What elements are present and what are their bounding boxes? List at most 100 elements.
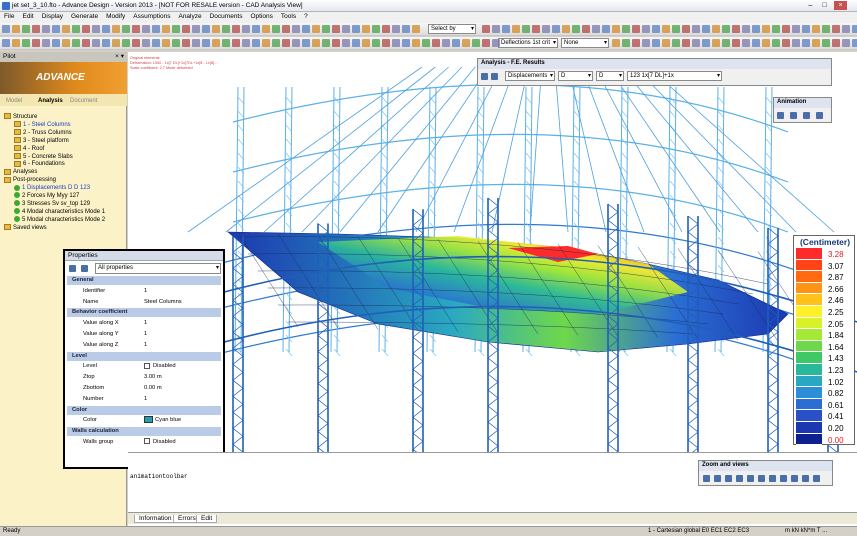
toolbar-button-icon[interactable] (392, 39, 400, 47)
toolbar-button-icon[interactable] (702, 39, 710, 47)
toolbar-button-icon[interactable] (542, 25, 550, 33)
toolbar-button-icon[interactable] (292, 25, 300, 33)
toolbar-button-icon[interactable] (712, 39, 720, 47)
toolbar-button-icon[interactable] (462, 39, 470, 47)
view-top-icon[interactable] (769, 475, 776, 482)
brush-icon[interactable] (491, 73, 498, 80)
zoom-all-icon[interactable] (736, 475, 743, 482)
toolbar-button-icon[interactable] (132, 39, 140, 47)
toolbar-button-icon[interactable] (502, 25, 510, 33)
pan-icon[interactable] (747, 475, 754, 482)
view-iso-icon[interactable] (791, 475, 798, 482)
toolbar-button-icon[interactable] (342, 39, 350, 47)
property-row[interactable]: Walls group Disabled (67, 438, 221, 447)
toolbar-button-icon[interactable] (572, 25, 580, 33)
command-line[interactable]: animationtoolbar (130, 473, 188, 480)
toolbar-button-icon[interactable] (32, 39, 40, 47)
toolbar-button-icon[interactable] (112, 25, 120, 33)
pointer-icon[interactable] (481, 73, 488, 80)
tree-item[interactable]: 4 - Roof (14, 145, 44, 153)
toolbar-button-icon[interactable] (212, 25, 220, 33)
toolbar-button-icon[interactable] (172, 25, 180, 33)
property-value[interactable]: 1 (144, 319, 147, 328)
toolbar-button-icon[interactable] (342, 25, 350, 33)
toolbar-button-icon[interactable] (242, 39, 250, 47)
toolbar-button-icon[interactable] (322, 25, 330, 33)
toolbar-button-icon[interactable] (82, 39, 90, 47)
toolbar-button-icon[interactable] (552, 25, 560, 33)
deflections-value-combo[interactable]: None (561, 38, 609, 48)
toolbar-button-icon[interactable] (622, 39, 630, 47)
toolbar-button-icon[interactable] (362, 25, 370, 33)
toolbar-button-icon[interactable] (822, 25, 830, 33)
toolbar-button-icon[interactable] (662, 25, 670, 33)
property-row[interactable]: Zbottom 0.00 m (67, 384, 221, 393)
tree-item[interactable]: 6 - Foundations (14, 160, 65, 168)
tab-information[interactable]: Information (134, 515, 177, 523)
property-section[interactable]: Walls calculation (67, 427, 221, 437)
menu-edit[interactable]: Edit (18, 12, 37, 20)
property-row[interactable]: Value along Y 1 (67, 330, 221, 339)
toolbar-button-icon[interactable] (22, 25, 30, 33)
toolbar-button-icon[interactable] (432, 39, 440, 47)
toolbar-button-icon[interactable] (642, 25, 650, 33)
toolbar-button-icon[interactable] (52, 25, 60, 33)
toolbar-button-icon[interactable] (32, 25, 40, 33)
toolbar-button-icon[interactable] (272, 39, 280, 47)
toolbar-button-icon[interactable] (702, 25, 710, 33)
toolbar-button-icon[interactable] (172, 39, 180, 47)
properties-filter-combo[interactable]: All properties (95, 263, 221, 274)
toolbar-button-icon[interactable] (232, 39, 240, 47)
property-value[interactable]: 1 (144, 395, 147, 404)
toolbar-button-icon[interactable] (852, 39, 857, 47)
toolbar-button-icon[interactable] (222, 25, 230, 33)
animate-play-icon[interactable] (803, 112, 810, 119)
toolbar-button-icon[interactable] (632, 39, 640, 47)
property-section[interactable]: General (67, 276, 221, 285)
toolbar-button-icon[interactable] (222, 39, 230, 47)
tab-model[interactable]: Model (6, 98, 22, 104)
property-row[interactable]: Identifier 1 (67, 287, 221, 296)
menu-assumptions[interactable]: Assumptions (129, 12, 174, 20)
properties-filter-icon[interactable] (81, 265, 88, 272)
toolbar-button-icon[interactable] (62, 25, 70, 33)
component2-combo[interactable]: D (596, 71, 624, 81)
property-row[interactable]: Value along Z 1 (67, 341, 221, 350)
property-row[interactable]: Color Cyan blue (67, 416, 221, 425)
toolbar-button-icon[interactable] (522, 25, 530, 33)
toolbar-button-icon[interactable] (602, 25, 610, 33)
pilot-close-icon[interactable]: × ▾ (115, 52, 124, 60)
toolbar-button-icon[interactable] (762, 39, 770, 47)
toolbar-button-icon[interactable] (792, 39, 800, 47)
tree-item[interactable]: Analyses (4, 168, 37, 176)
view-side-icon[interactable] (780, 475, 787, 482)
toolbar-button-icon[interactable] (302, 25, 310, 33)
menu-documents[interactable]: Documents (206, 12, 247, 20)
toolbar-button-icon[interactable] (582, 25, 590, 33)
toolbar-button-icon[interactable] (612, 25, 620, 33)
toolbar-button-icon[interactable] (492, 25, 500, 33)
toolbar-button-icon[interactable] (282, 25, 290, 33)
properties-sort-icon[interactable] (69, 265, 76, 272)
toolbar-button-icon[interactable] (182, 39, 190, 47)
toolbar-button-icon[interactable] (842, 25, 850, 33)
toolbar-button-icon[interactable] (112, 39, 120, 47)
toolbar-button-icon[interactable] (352, 25, 360, 33)
select-by-combo[interactable]: Select by (428, 24, 476, 34)
menu-help[interactable]: ? (300, 12, 312, 20)
cad-viewport[interactable]: Original elements Deformation: 1300 - 1x… (128, 52, 857, 452)
toolbar-button-icon[interactable] (622, 25, 630, 33)
view-rotate-icon[interactable] (802, 475, 809, 482)
toolbar-button-icon[interactable] (392, 25, 400, 33)
toolbar-button-icon[interactable] (332, 25, 340, 33)
tree-item[interactable]: 2 Forces My Myy 127 (14, 192, 79, 200)
toolbar-button-icon[interactable] (802, 39, 810, 47)
toolbar-button-icon[interactable] (102, 39, 110, 47)
toolbar-button-icon[interactable] (812, 25, 820, 33)
toolbar-button-icon[interactable] (612, 39, 620, 47)
toolbar-button-icon[interactable] (802, 25, 810, 33)
toolbar-button-icon[interactable] (752, 25, 760, 33)
toolbar-button-icon[interactable] (272, 25, 280, 33)
toolbar-button-icon[interactable] (352, 39, 360, 47)
toolbar-button-icon[interactable] (132, 25, 140, 33)
